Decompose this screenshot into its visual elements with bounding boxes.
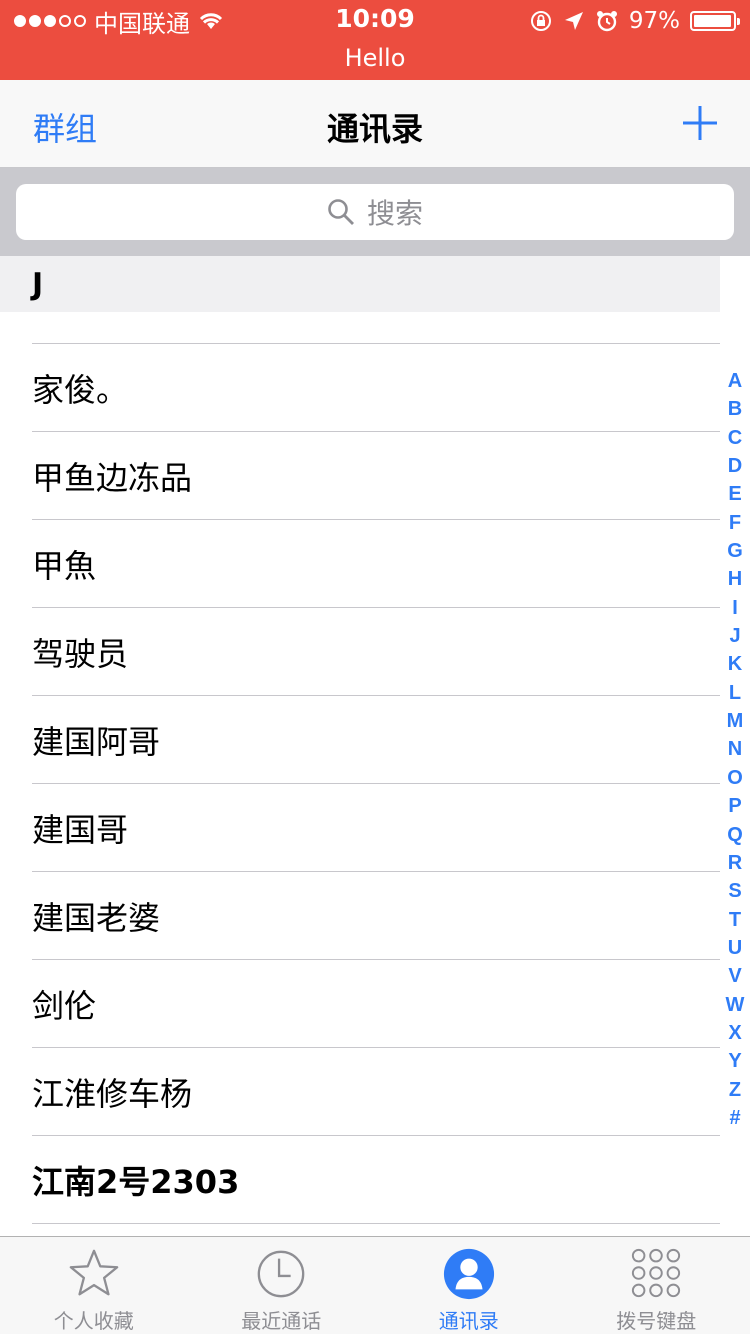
list-item[interactable]: 剑伦: [32, 960, 720, 1048]
tab-label: 通讯录: [438, 1309, 499, 1333]
index-letter[interactable]: G: [727, 540, 743, 563]
alphabet-index[interactable]: A B C D E F G H I J K L M N O P Q R S T U V W X Y Z #: [720, 370, 750, 1130]
tab-contacts[interactable]: 通讯录: [375, 1237, 563, 1334]
index-letter[interactable]: E: [728, 483, 741, 506]
index-letter[interactable]: W: [726, 994, 745, 1017]
contact-name: 江南2号2303: [32, 1162, 240, 1201]
alarm-icon: [596, 11, 617, 32]
contact-name: 江淮修车杨: [32, 1074, 193, 1113]
index-letter[interactable]: S: [728, 880, 741, 903]
contact-list[interactable]: 家俊。甲鱼边冻品甲魚驾驶员建国阿哥建国哥建国老婆剑伦江淮修车杨江南2号2303: [0, 256, 720, 1236]
contact-name: 建国阿哥: [32, 722, 161, 761]
index-letter[interactable]: O: [727, 767, 743, 790]
tab-label: 个人收藏: [53, 1309, 134, 1333]
location-arrow-icon: [564, 12, 583, 30]
index-letter[interactable]: I: [732, 597, 738, 620]
index-letter[interactable]: Y: [728, 1050, 741, 1073]
contact-name: 家俊。: [32, 370, 129, 409]
status-right: 97%: [529, 6, 740, 36]
contact-name: 驾驶员: [32, 634, 129, 673]
contact-name: 甲鱼边冻品: [32, 458, 193, 497]
battery-level: [694, 15, 731, 27]
plus-icon[interactable]: [682, 105, 718, 141]
list-item[interactable]: 建国老婆: [32, 872, 720, 960]
index-letter[interactable]: T: [729, 909, 741, 932]
tab-recents[interactable]: 最近通话: [188, 1237, 376, 1334]
status-banner[interactable]: Hello: [0, 44, 750, 72]
index-letter[interactable]: R: [728, 852, 742, 875]
index-letter[interactable]: V: [728, 965, 741, 988]
navigation-bar: 群组 通讯录: [0, 80, 750, 168]
index-letter[interactable]: P: [728, 795, 741, 818]
list-item[interactable]: 建国哥: [32, 784, 720, 872]
search-placeholder: 搜索: [366, 197, 423, 230]
index-letter[interactable]: A: [728, 370, 742, 393]
list-item[interactable]: 甲魚: [32, 520, 720, 608]
list-item[interactable]: 甲鱼边冻品: [32, 432, 720, 520]
battery-percent: 97%: [628, 8, 680, 34]
index-letter[interactable]: L: [729, 682, 741, 705]
list-item[interactable]: 建国阿哥: [32, 696, 720, 784]
tab-keypad[interactable]: 拨号键盘: [563, 1237, 750, 1334]
rotation-lock-icon: [530, 11, 551, 31]
index-letter[interactable]: N: [728, 738, 742, 761]
index-letter[interactable]: U: [728, 937, 742, 960]
tab-label: 最近通话: [241, 1309, 322, 1333]
index-letter[interactable]: Q: [727, 824, 743, 847]
search-input[interactable]: 搜索: [16, 184, 734, 240]
index-letter[interactable]: D: [728, 455, 742, 478]
contacts-icon: [443, 1248, 494, 1300]
tab-label: 拨号键盘: [616, 1309, 697, 1333]
index-letter[interactable]: #: [729, 1107, 740, 1130]
section-header: J: [0, 256, 720, 312]
clock-icon: [257, 1250, 305, 1298]
tab-bar: 个人收藏 最近通话 通讯录 拨号键盘: [0, 1236, 750, 1334]
index-letter[interactable]: C: [728, 427, 742, 450]
page-title: 通讯录: [326, 110, 423, 148]
tab-favorites[interactable]: 个人收藏: [0, 1237, 188, 1334]
contact-name: 剑伦: [32, 986, 97, 1025]
index-letter[interactable]: B: [728, 398, 742, 421]
star-icon: [69, 1249, 119, 1296]
search-icon: [328, 199, 354, 225]
index-letter[interactable]: M: [727, 710, 744, 733]
contact-name: 甲魚: [32, 546, 97, 585]
battery-icon: [690, 11, 740, 31]
index-letter[interactable]: H: [728, 568, 742, 591]
index-letter[interactable]: X: [728, 1022, 741, 1045]
index-letter[interactable]: J: [729, 625, 740, 648]
keypad-icon: [632, 1248, 681, 1298]
list-item[interactable]: 家俊。: [32, 344, 720, 432]
index-letter[interactable]: F: [729, 512, 741, 535]
status-bar: 中国联通 10:09 97% Hello: [0, 0, 750, 80]
search-bar: 搜索: [0, 168, 750, 256]
list-item[interactable]: 江淮修车杨: [32, 1048, 720, 1136]
list-item[interactable]: 驾驶员: [32, 608, 720, 696]
list-item[interactable]: 江南2号2303: [32, 1136, 720, 1224]
contact-name: 建国老婆: [32, 898, 161, 937]
index-letter[interactable]: K: [728, 653, 742, 676]
index-letter[interactable]: Z: [729, 1079, 741, 1102]
contact-name: 建国哥: [32, 810, 129, 849]
contact-rows: 家俊。甲鱼边冻品甲魚驾驶员建国阿哥建国哥建国老婆剑伦江淮修车杨江南2号2303: [0, 344, 720, 1224]
